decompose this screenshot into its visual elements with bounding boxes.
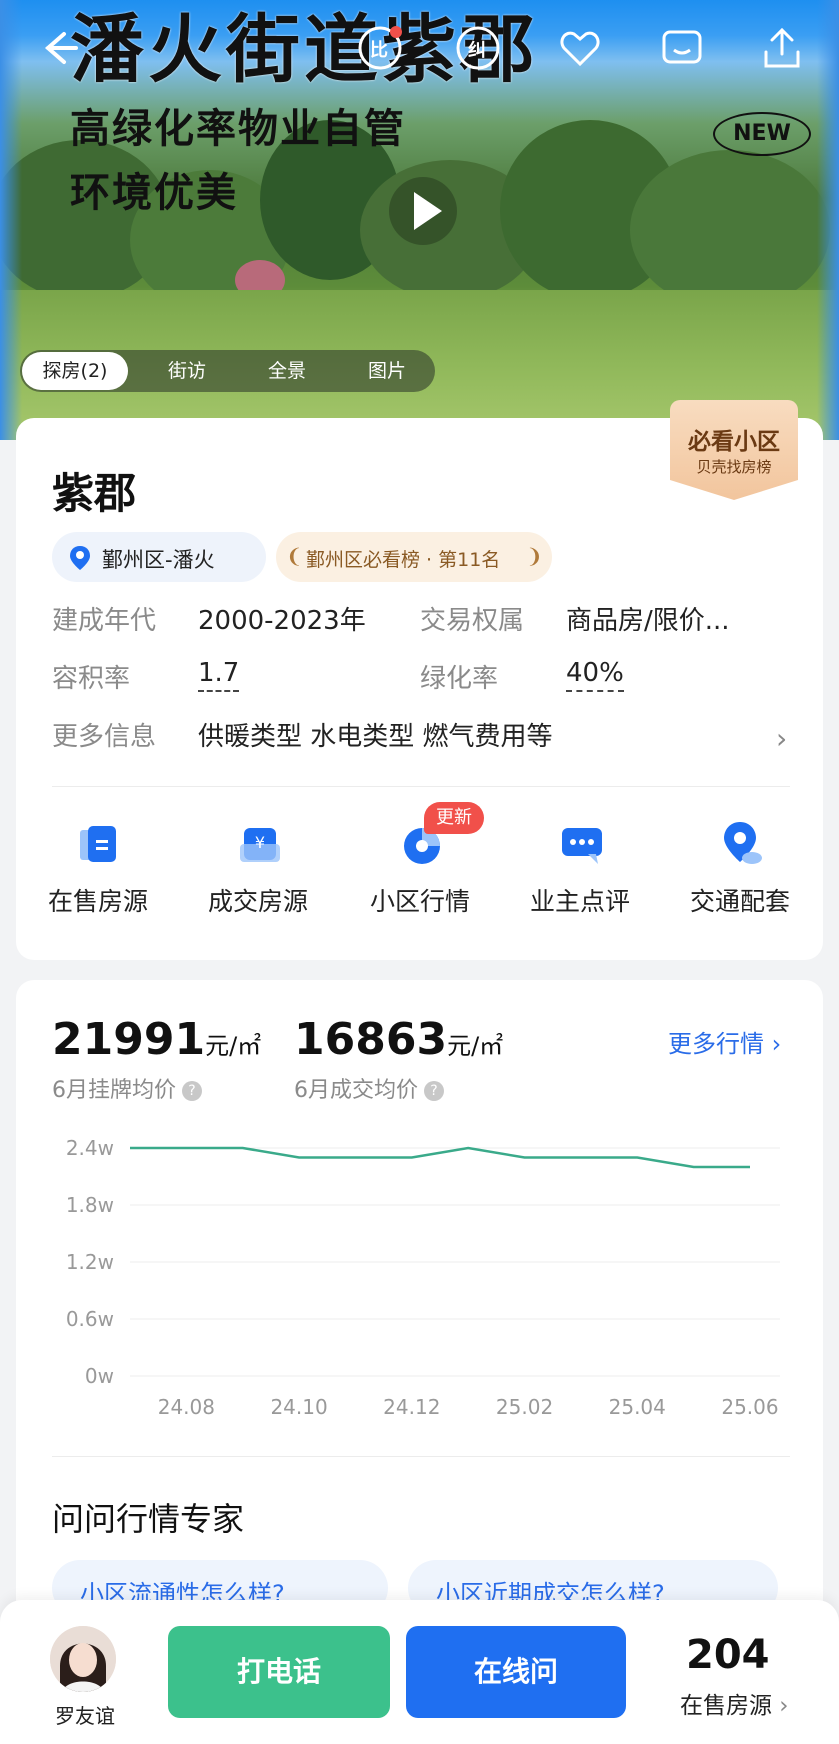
quick-link-transport[interactable]: 交通配套 [670,810,810,920]
location-pin-icon [70,546,90,570]
y-tick-label: 2.4w [66,1136,114,1160]
listing-price-value: 21991 [52,1014,206,1065]
on-sale-label: 在售房源 [680,1693,772,1719]
agent-avatar[interactable] [50,1626,116,1692]
x-tick-label: 24.10 [270,1395,327,1419]
x-tick-label: 25.04 [609,1395,666,1419]
chevron-right-icon[interactable]: › [776,722,787,755]
quick-link-label: 交通配套 [689,887,790,916]
price-trend-chart[interactable]: 2.4w 1.8w 1.2w 0.6w 0w 24.08 24.10 24.12 25.02 25… [40,1120,800,1440]
must-see-badge[interactable]: 必看小区 贝壳找房榜 [670,400,798,500]
message-icon[interactable] [658,24,706,72]
deal-price: 16863元/㎡ [294,1014,503,1065]
laurel-left-icon: ❨ [286,544,303,568]
green-rate-label: 绿化率 [420,664,499,694]
tab-street-interview[interactable]: 街访 [142,350,232,392]
online-ask-button[interactable]: 在线问 [406,1626,626,1718]
far-label: 容积率 [52,664,131,694]
built-year-label: 建成年代 [52,606,157,636]
call-button[interactable]: 打电话 [168,1626,390,1718]
chevron-right-icon: › [772,1693,789,1719]
on-sale-count[interactable]: 204 [686,1632,770,1678]
must-see-title: 必看小区 [688,429,780,455]
tab-visit[interactable]: 探房(2) [22,352,128,390]
location-text: 鄞州区-潘火 [102,548,215,572]
x-tick-label: 24.08 [158,1395,215,1419]
hero-subtitle-2: 环境优美 [70,170,238,216]
y-tick-label: 1.8w [66,1193,114,1217]
location-tag[interactable]: 鄞州区-潘火 [52,532,266,582]
built-year-value: 2000-2023年 [198,606,366,636]
reviews-chat-icon [562,828,602,864]
quick-link-sold[interactable]: ¥ 成交房源 [188,810,328,920]
quick-link-label: 在售房源 [47,887,148,916]
divider [52,786,790,787]
laurel-right-icon: ❩ [526,544,543,568]
x-tick-label: 24.12 [383,1395,440,1419]
hero-media[interactable]: 潘火街道紫郡 高绿化率物业自管 环境优美 NEW 比 纠 探房(2) 街访 全景… [0,0,839,440]
favorite-heart-icon[interactable] [556,24,604,72]
chevron-right-icon: › [764,1030,782,1058]
more-info-label: 更多信息 [52,722,157,752]
rank-tag[interactable]: ❨ 鄞州区必看榜 · 第11名 ❩ [276,532,552,582]
community-name: 紫郡 [52,469,137,518]
far-value[interactable]: 1.7 [198,658,240,692]
svg-text:¥: ¥ [255,833,265,852]
help-icon[interactable]: ? [424,1081,444,1101]
rights-value: 商品房/限价... [566,606,730,636]
compare-icon[interactable]: 比 [356,24,404,72]
sold-icon: ¥ [240,828,280,862]
rights-label: 交易权属 [420,606,525,636]
media-tabs: 探房(2) 街访 全景 图片 [20,350,435,392]
new-badge: NEW [713,112,811,156]
tab-panorama[interactable]: 全景 [242,350,332,392]
quick-link-label: 成交房源 [207,887,308,916]
price-unit: 元/㎡ [205,1032,262,1060]
share-icon[interactable] [758,24,806,72]
y-tick-label: 0w [85,1364,114,1388]
help-icon[interactable]: ? [182,1081,202,1101]
series-line [130,1146,750,1169]
x-tick-label: 25.06 [721,1395,778,1419]
hero-subtitle-1: 高绿化率物业自管 [70,106,406,152]
listing-price-label-text: 6月挂牌均价 [52,1078,176,1103]
more-info-value[interactable]: 供暖类型 水电类型 燃气费用等 [198,716,553,753]
divider [52,1456,790,1457]
y-tick-label: 0.6w [66,1307,114,1331]
agent-photo [50,1626,116,1692]
x-tick-label: 25.02 [496,1395,553,1419]
y-tick-label: 1.2w [66,1250,114,1274]
quick-link-label: 业主点评 [529,887,630,916]
update-badge: 更新 [424,802,484,834]
expert-section-title: 问问行情专家 [52,1500,245,1538]
compare-label: 比 [370,40,388,61]
deal-price-value: 16863 [294,1014,448,1065]
more-market-link[interactable]: 更多行情 › [668,1024,781,1059]
must-see-subtitle: 贝壳找房榜 [696,458,772,476]
for-sale-icon [80,826,116,862]
more-market-label: 更多行情 [668,1030,764,1058]
quick-link-for-sale[interactable]: 在售房源 [28,810,168,920]
deal-price-label: 6月成交均价? [294,1072,444,1104]
play-icon[interactable] [388,176,458,246]
back-arrow-icon[interactable] [34,24,82,72]
on-sale-link[interactable]: 在售房源 › [680,1686,789,1720]
deal-price-label-text: 6月成交均价 [294,1078,418,1103]
rank-text: 鄞州区必看榜 · 第11名 [306,549,501,571]
top-bar: 比 纠 [0,20,839,76]
tab-photos[interactable]: 图片 [342,350,432,392]
listing-price: 21991元/㎡ [52,1014,261,1065]
correct-label: 纠 [468,40,486,61]
correct-icon[interactable]: 纠 [454,24,502,72]
quick-link-reviews[interactable]: 业主点评 [510,810,650,920]
quick-link-label: 小区行情 [369,887,470,916]
agent-name: 罗友谊 [55,1704,115,1728]
green-rate-value[interactable]: 40% [566,658,624,692]
listing-price-label: 6月挂牌均价? [52,1072,202,1104]
transport-pin-icon [724,822,762,864]
price-unit: 元/㎡ [447,1032,504,1060]
